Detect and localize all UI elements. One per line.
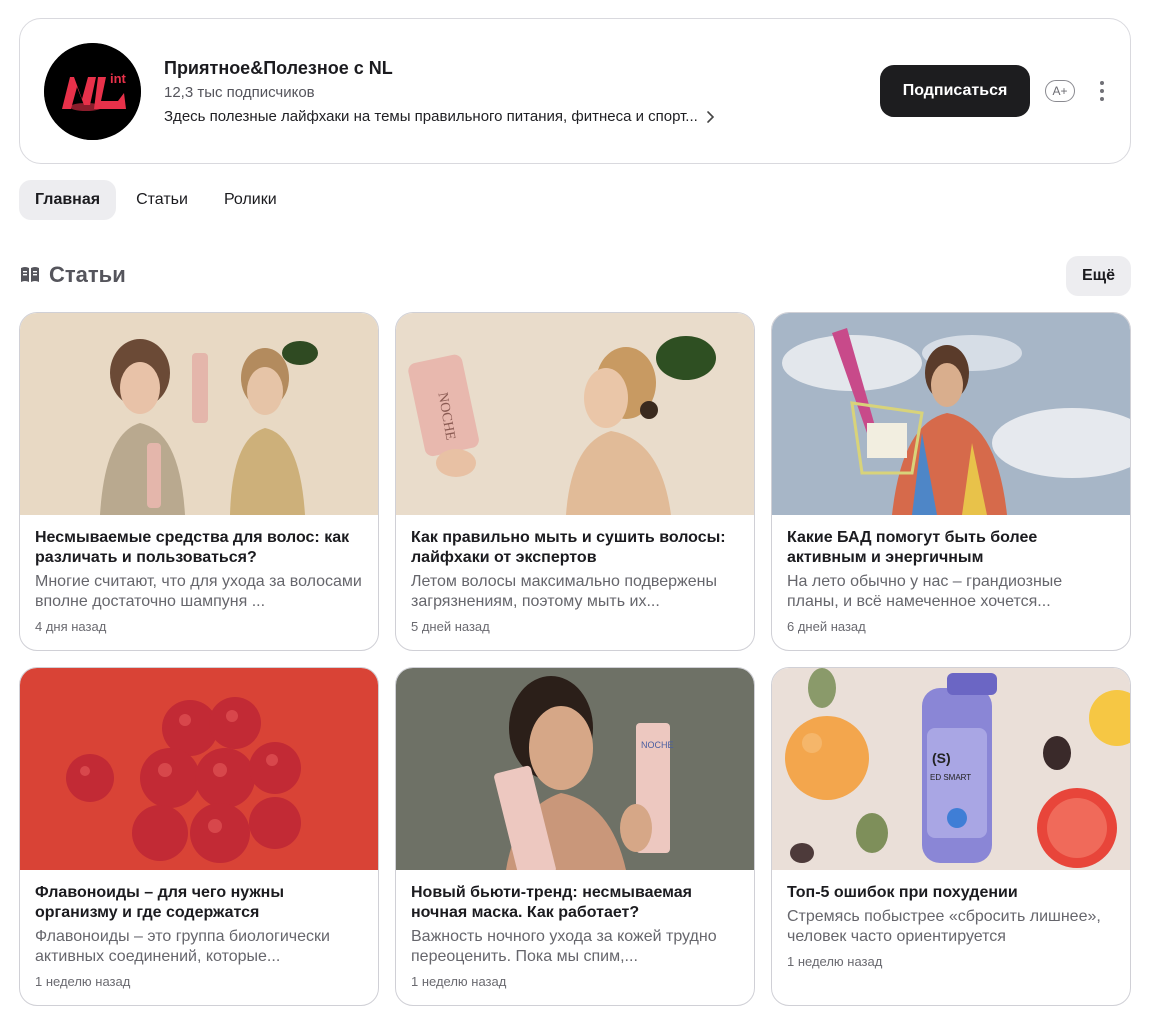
channel-info: Приятное&Полезное с NL 12,3 тыс подписчи… — [164, 57, 718, 126]
article-title[interactable]: Несмываемые средства для волос: как разл… — [35, 528, 363, 568]
article-snippet: Стремясь побыстрее «сбросить лишнее», че… — [787, 908, 1101, 945]
article-time: 1 неделю назад — [787, 954, 883, 969]
article-snippet: На лето обычно у нас – грандиозные планы… — [787, 573, 1063, 610]
article-title[interactable]: Флавоноиды – для чего нужны организму и … — [35, 883, 363, 923]
article-card[interactable]: NOCHE Новый бьюти-тренд: несмываемая ноч… — [395, 667, 755, 1006]
tab-main[interactable]: Главная — [19, 180, 117, 220]
nl-logo-icon: int — [44, 43, 141, 140]
chevron-right-icon — [707, 111, 714, 123]
article-time: 4 дня назад — [35, 619, 107, 634]
section-header: Статьи — [19, 262, 126, 288]
svg-text:int: int — [110, 71, 127, 86]
subscriber-count: 12,3 тыс подписчиков — [164, 84, 315, 101]
article-time: 6 дней назад — [787, 619, 866, 634]
channel-description[interactable]: Здесь полезные лайфхаки на темы правильн… — [164, 108, 718, 126]
article-card[interactable]: (S) ED SMART Топ-5 ошибок при похудении … — [771, 667, 1131, 1006]
subscribe-button[interactable]: Подписаться — [880, 65, 1030, 117]
article-card[interactable]: NOCHE Как правильно мыть и сушить волосы… — [395, 312, 755, 651]
article-time: 1 неделю назад — [35, 974, 131, 989]
svg-text:NOCHE: NOCHE — [641, 740, 674, 750]
article-time: 1 неделю назад — [411, 974, 507, 989]
channel-description-text: Здесь полезные лайфхаки на темы правильн… — [164, 108, 698, 125]
article-card[interactable]: Несмываемые средства для волос: как разл… — [19, 312, 379, 651]
article-card[interactable]: Какие БАД помогут быть более активным и … — [771, 312, 1131, 651]
article-image: (S) ED SMART — [772, 668, 1130, 870]
more-button[interactable]: Ещё — [1066, 256, 1131, 296]
article-image: NOCHE — [396, 668, 754, 870]
article-snippet: Важность ночного ухода за кожей трудно п… — [411, 928, 717, 965]
channel-avatar[interactable]: int — [44, 43, 141, 140]
article-snippet: Флавоноиды – это группа биологически акт… — [35, 928, 330, 965]
article-title[interactable]: Какие БАД помогут быть более активным и … — [787, 528, 1115, 568]
article-image: NOCHE — [396, 313, 754, 515]
article-card[interactable]: Флавоноиды – для чего нужны организму и … — [19, 667, 379, 1006]
article-time: 5 дней назад — [411, 619, 490, 634]
tab-videos[interactable]: Ролики — [208, 180, 293, 220]
channel-header: int Приятное&Полезное с NL 12,3 тыс подп… — [19, 18, 1131, 164]
article-image — [20, 668, 378, 870]
tab-articles[interactable]: Статьи — [120, 180, 204, 220]
more-options-icon[interactable] — [1092, 79, 1112, 103]
channel-tabs: Главная Статьи Ролики — [19, 180, 293, 220]
article-snippet: Летом волосы максимально подвержены загр… — [411, 573, 717, 610]
article-title[interactable]: Новый бьюти-тренд: несмываемая ночная ма… — [411, 883, 739, 923]
svg-text:(S): (S) — [932, 750, 951, 766]
svg-text:ED SMART: ED SMART — [930, 773, 971, 782]
article-image — [772, 313, 1130, 515]
font-size-icon[interactable]: A+ — [1045, 80, 1075, 102]
section-title: Статьи — [49, 262, 126, 287]
article-image — [20, 313, 378, 515]
channel-name[interactable]: Приятное&Полезное с NL — [164, 57, 718, 79]
article-title[interactable]: Как правильно мыть и сушить волосы: лайф… — [411, 528, 739, 568]
article-snippet: Многие считают, что для ухода за волосам… — [35, 573, 362, 610]
article-title[interactable]: Топ-5 ошибок при похудении — [787, 883, 1115, 903]
articles-icon — [21, 267, 39, 282]
